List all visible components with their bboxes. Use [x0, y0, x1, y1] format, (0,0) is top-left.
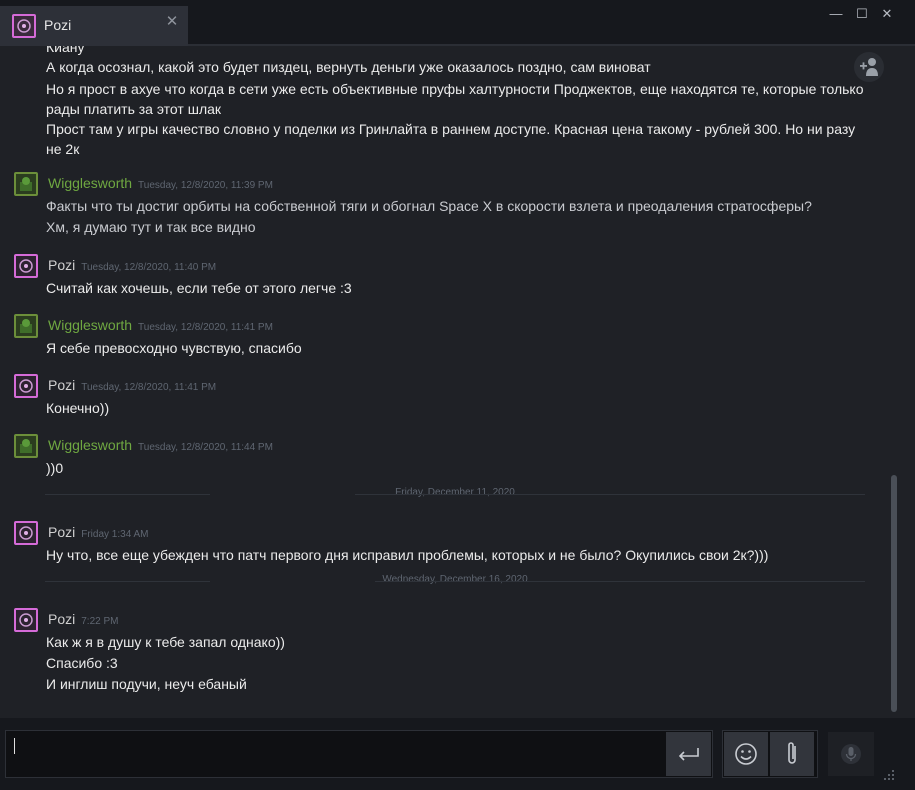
message-line: Ну что, все еще убежден что патч первого…: [46, 547, 769, 563]
pozi-avatar[interactable]: [14, 254, 38, 278]
add-friend-button[interactable]: [854, 52, 884, 82]
chat-log: Киану А когда осознал, какой это будет п…: [0, 46, 900, 718]
enter-icon: [678, 748, 699, 761]
message-timestamp: 7:22 PM: [81, 616, 119, 627]
sender-line: Wigglesworth Tuesday, 12/8/2020, 11:41 PM: [48, 317, 273, 333]
chat-tab-pozi[interactable]: Pozi ✕: [0, 6, 188, 46]
message-timestamp: Tuesday, 12/8/2020, 11:39 PM: [138, 180, 273, 191]
message-line: Спасибо :3: [46, 655, 118, 671]
message-timestamp: Tuesday, 12/8/2020, 11:41 PM: [81, 382, 217, 393]
pozi-avatar[interactable]: [14, 374, 38, 398]
scrollbar-thumb[interactable]: [891, 475, 897, 712]
separator-line: [375, 581, 865, 582]
sender-line: Pozi Tuesday, 12/8/2020, 11:41 PM: [48, 377, 216, 393]
sender-name[interactable]: Wigglesworth: [48, 175, 132, 191]
separator-line: [355, 494, 865, 495]
tab-close-icon[interactable]: ✕: [164, 14, 180, 30]
wigglesworth-avatar[interactable]: [14, 314, 38, 338]
sender-name[interactable]: Pozi: [48, 524, 75, 540]
add-user-icon: [860, 58, 878, 76]
separator-label: Wednesday, December 16, 2020: [382, 574, 528, 585]
microphone-icon: [841, 744, 861, 764]
sender-line: Wigglesworth Tuesday, 12/8/2020, 11:39 PM: [48, 175, 273, 191]
smiley-icon: [735, 743, 757, 765]
message-timestamp: Tuesday, 12/8/2020, 11:44 PM: [138, 442, 273, 453]
text-caret: [14, 738, 15, 754]
message-line: Я себе превосходно чувствую, спасибо: [46, 340, 302, 356]
attach-button[interactable]: [770, 732, 814, 776]
pozi-avatar: [12, 14, 36, 38]
message-timestamp: Tuesday, 12/8/2020, 11:41 PM: [138, 322, 273, 333]
message-timestamp: Tuesday, 12/8/2020, 11:40 PM: [81, 262, 217, 273]
sender-line: Pozi 7:22 PM: [48, 611, 118, 627]
sender-name[interactable]: Pozi: [48, 611, 75, 627]
sender-name[interactable]: Pozi: [48, 377, 75, 393]
sender-name[interactable]: Wigglesworth: [48, 437, 132, 453]
message-timestamp: Friday 1:34 AM: [81, 529, 149, 540]
voice-chat-button[interactable]: [828, 732, 874, 776]
message-line: Считай как хочешь, если тебе от этого ле…: [46, 280, 352, 296]
pozi-avatar[interactable]: [14, 521, 38, 545]
sender-name-partial: Киану: [46, 46, 85, 55]
sender-line: Pozi Tuesday, 12/8/2020, 11:40 PM: [48, 257, 216, 273]
emoticon-button[interactable]: [724, 732, 768, 776]
sender-line: Wigglesworth Tuesday, 12/8/2020, 11:44 PM: [48, 437, 273, 453]
resize-grip-icon[interactable]: [880, 766, 896, 782]
wigglesworth-avatar[interactable]: [14, 434, 38, 458]
sender-name[interactable]: Wigglesworth: [48, 317, 132, 333]
minimize-button[interactable]: —: [826, 4, 846, 24]
message-line: А когда осознал, какой это будет пиздец,…: [46, 59, 651, 75]
close-window-button[interactable]: ✕: [877, 4, 897, 24]
message-input[interactable]: [5, 730, 713, 778]
message-line: Хм, я думаю тут и так все видно: [46, 219, 256, 235]
message-line: И инглиш подучи, неуч ебаный: [46, 676, 247, 692]
send-button[interactable]: [666, 732, 711, 776]
message-line: Прост там у игры качество словно у подел…: [46, 121, 856, 157]
message-line: ))0: [46, 460, 64, 476]
pozi-avatar[interactable]: [14, 608, 38, 632]
message-line: Но я прост в ахуе что когда в сети уже е…: [46, 81, 864, 117]
message-line: Как ж я в душу к тебе запал однако)): [46, 634, 285, 650]
sender-name[interactable]: Pozi: [48, 257, 75, 273]
sender-line: Pozi Friday 1:34 AM: [48, 524, 149, 540]
day-separator: Friday, December 11, 2020: [45, 487, 865, 501]
wigglesworth-avatar[interactable]: [14, 172, 38, 196]
paperclip-icon: [788, 742, 796, 764]
day-separator: Wednesday, December 16, 2020: [45, 574, 865, 588]
separator-label: Friday, December 11, 2020: [395, 487, 515, 498]
message-line: Конечно)): [46, 400, 110, 416]
message-line: Факты что ты достиг орбиты на собственно…: [46, 198, 812, 214]
maximize-button[interactable]: ☐: [852, 4, 872, 24]
tab-title: Pozi: [44, 17, 72, 33]
